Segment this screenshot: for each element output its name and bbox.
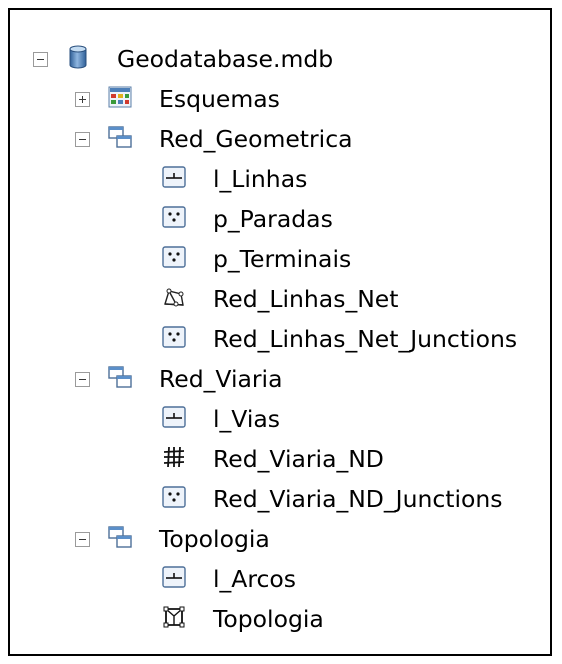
tree-node-topologia[interactable]: Topologia bbox=[10, 599, 550, 639]
collapse-toggle[interactable] bbox=[75, 372, 90, 387]
feature-dataset-icon bbox=[108, 126, 132, 148]
node-label: Red_Geometrica bbox=[159, 125, 353, 153]
node-label: Red_Linhas_Net_Junctions bbox=[213, 325, 518, 353]
tree-node-esquemas[interactable]: Esquemas bbox=[10, 79, 550, 119]
collapse-toggle[interactable] bbox=[75, 532, 90, 547]
node-label: Red_Viaria_ND bbox=[213, 445, 384, 473]
tree-node-red-viaria-nd-junctions[interactable]: Red_Viaria_ND_Junctions bbox=[10, 479, 550, 519]
feature-dataset-icon bbox=[108, 366, 132, 388]
line-feature-class-icon bbox=[162, 566, 186, 588]
node-label: Geodatabase.mdb bbox=[117, 45, 334, 73]
tree-node-red-viaria-nd[interactable]: Red_Viaria_ND bbox=[10, 439, 550, 479]
tree-node-topologia-dataset[interactable]: Topologia bbox=[10, 519, 550, 559]
tree-node-p-terminais[interactable]: p_Terminais bbox=[10, 239, 550, 279]
tree-node-geodatabase[interactable]: Geodatabase.mdb bbox=[10, 39, 550, 79]
node-label: p_Paradas bbox=[213, 205, 333, 233]
node-label: Red_Viaria bbox=[159, 365, 283, 393]
expand-toggle[interactable] bbox=[75, 92, 90, 107]
node-label: p_Terminais bbox=[213, 245, 352, 273]
tree-node-l-vias[interactable]: l_Vias bbox=[10, 399, 550, 439]
line-feature-class-icon bbox=[162, 166, 186, 188]
tree-node-red-geometrica[interactable]: Red_Geometrica bbox=[10, 119, 550, 159]
node-label: l_Vias bbox=[213, 405, 281, 433]
node-label: Topologia bbox=[159, 525, 270, 553]
catalog-tree-panel: Geodatabase.mdb Esquemas Red_Geometrica bbox=[8, 8, 552, 656]
tree-node-p-paradas[interactable]: p_Paradas bbox=[10, 199, 550, 239]
point-feature-class-icon bbox=[162, 326, 186, 348]
collapse-toggle[interactable] bbox=[75, 132, 90, 147]
database-icon bbox=[69, 45, 87, 69]
schematic-dataset-icon bbox=[108, 86, 132, 108]
collapse-toggle[interactable] bbox=[33, 52, 48, 67]
tree-node-red-linhas-net[interactable]: Red_Linhas_Net bbox=[10, 279, 550, 319]
point-feature-class-icon bbox=[162, 486, 186, 508]
topology-icon bbox=[163, 606, 185, 628]
geometric-network-icon bbox=[164, 288, 184, 307]
network-dataset-icon bbox=[163, 446, 185, 468]
feature-dataset-icon bbox=[108, 526, 132, 548]
node-label: Red_Viaria_ND_Junctions bbox=[213, 485, 503, 513]
line-feature-class-icon bbox=[162, 406, 186, 428]
tree-node-red-linhas-net-junctions[interactable]: Red_Linhas_Net_Junctions bbox=[10, 319, 550, 359]
node-label: Esquemas bbox=[159, 85, 280, 113]
node-label: Red_Linhas_Net bbox=[213, 285, 399, 313]
node-label: l_Arcos bbox=[213, 565, 297, 593]
point-feature-class-icon bbox=[162, 206, 186, 228]
node-label: Topologia bbox=[213, 605, 324, 633]
tree-node-l-linhas[interactable]: l_Linhas bbox=[10, 159, 550, 199]
tree-node-l-arcos[interactable]: l_Arcos bbox=[10, 559, 550, 599]
point-feature-class-icon bbox=[162, 246, 186, 268]
tree-node-red-viaria[interactable]: Red_Viaria bbox=[10, 359, 550, 399]
node-label: l_Linhas bbox=[213, 165, 308, 193]
